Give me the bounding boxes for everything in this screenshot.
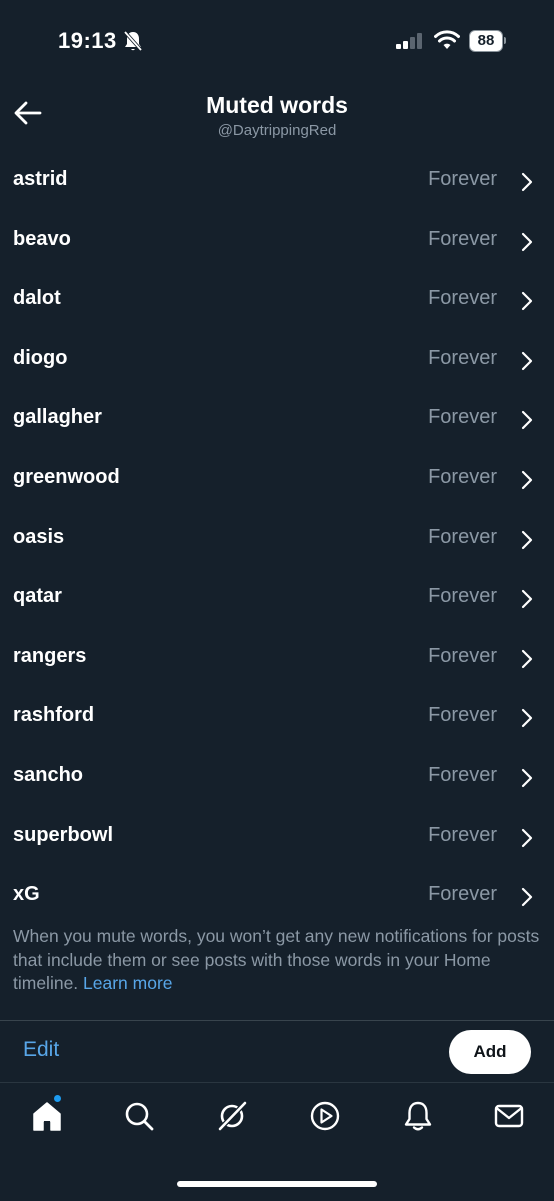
muted-word: astrid [13, 168, 68, 190]
nav-search[interactable] [122, 1099, 156, 1133]
muted-word-row-0[interactable]: astrid Forever [0, 151, 554, 211]
muted-word: dalot [13, 287, 61, 310]
status-time: 19:13 [58, 28, 117, 53]
muted-word-row-4[interactable]: gallagher Forever [0, 389, 554, 449]
muted-word: greenwood [13, 465, 120, 488]
battery-tip [504, 37, 506, 44]
page-subtitle: @DaytrippingRed [217, 122, 337, 139]
grok-icon [218, 1101, 247, 1131]
mute-duration: Forever [428, 168, 497, 190]
messages-icon [494, 1104, 524, 1128]
muted-word-row-9[interactable]: rashford Forever [0, 687, 554, 747]
mute-info-text: When you mute words, you won’t get any n… [13, 925, 543, 996]
notifications-icon [404, 1101, 432, 1131]
mute-duration: Forever [428, 763, 497, 786]
muted-words-list: astrid Forever beavo Forever dalot Forev… [0, 151, 554, 926]
page-title: Muted words [206, 92, 348, 118]
nav-messages[interactable] [492, 1099, 526, 1133]
mute-duration: Forever [428, 287, 497, 310]
video-icon [310, 1101, 340, 1131]
muted-word-row-10[interactable]: sancho Forever [0, 747, 554, 807]
mute-duration: Forever [428, 883, 497, 906]
divider [0, 1020, 554, 1021]
battery-level: 88 [469, 30, 503, 52]
muted-word-row-1[interactable]: beavo Forever [0, 211, 554, 271]
chevron-right-icon [521, 470, 533, 490]
muted-word: rangers [13, 644, 87, 667]
edit-button[interactable]: Edit [23, 1038, 59, 1062]
chevron-right-icon [521, 172, 533, 192]
chevron-right-icon [521, 292, 533, 311]
bell-off-icon [123, 30, 143, 52]
muted-word-row-6[interactable]: oasis Forever [0, 509, 554, 569]
home-icon [33, 1102, 61, 1131]
muted-word-row-11[interactable]: superbowl Forever [0, 807, 554, 867]
chevron-right-icon [521, 828, 533, 847]
chevron-right-icon [521, 590, 533, 609]
muted-word: oasis [13, 525, 65, 548]
muted-word-row-12[interactable]: xG Forever [0, 866, 554, 926]
muted-word-row-5[interactable]: greenwood Forever [0, 449, 554, 509]
battery-icon: 88 [469, 30, 506, 52]
mute-duration: Forever [428, 585, 497, 608]
mute-duration: Forever [428, 406, 497, 429]
search-icon [125, 1102, 154, 1131]
muted-word: sancho [13, 763, 84, 786]
muted-word: diogo [13, 346, 68, 369]
muted-word-row-8[interactable]: rangers Forever [0, 628, 554, 688]
header: Muted words @DaytrippingRed [0, 80, 554, 150]
home-indicator [177, 1181, 377, 1187]
nav-home[interactable] [30, 1099, 64, 1133]
mute-duration: Forever [428, 644, 497, 667]
add-button[interactable]: Add [449, 1030, 531, 1074]
learn-more-link[interactable]: Learn more [83, 973, 173, 993]
muted-word: rashford [13, 704, 95, 727]
chevron-right-icon [521, 411, 533, 430]
mute-duration: Forever [428, 465, 497, 488]
notification-dot [54, 1095, 61, 1102]
muted-word: qatar [13, 585, 62, 608]
muted-word-row-2[interactable]: dalot Forever [0, 270, 554, 330]
nav-notifications[interactable] [401, 1099, 435, 1133]
chevron-right-icon [521, 709, 533, 728]
chevron-right-icon [521, 351, 533, 370]
signal-icon [396, 33, 422, 49]
status-bar: 19:13 88 [0, 0, 554, 80]
nav-grok[interactable] [215, 1099, 249, 1133]
muted-word: xG [13, 883, 40, 906]
chevron-right-icon [521, 530, 533, 549]
mute-duration: Forever [428, 346, 497, 369]
muted-word: superbowl [13, 823, 114, 846]
muted-word-row-7[interactable]: qatar Forever [0, 568, 554, 628]
muted-word: beavo [13, 227, 71, 250]
chevron-right-icon [521, 888, 533, 907]
chevron-right-icon [521, 649, 533, 668]
nav-video[interactable] [308, 1099, 342, 1133]
mute-duration: Forever [428, 704, 497, 727]
mute-duration: Forever [428, 227, 497, 250]
muted-word-row-3[interactable]: diogo Forever [0, 330, 554, 390]
chevron-right-icon [521, 768, 533, 788]
chevron-right-icon [521, 232, 533, 251]
mute-duration: Forever [428, 823, 497, 846]
muted-word: gallagher [13, 406, 102, 429]
wifi-icon [434, 30, 460, 49]
mute-duration: Forever [428, 525, 497, 548]
